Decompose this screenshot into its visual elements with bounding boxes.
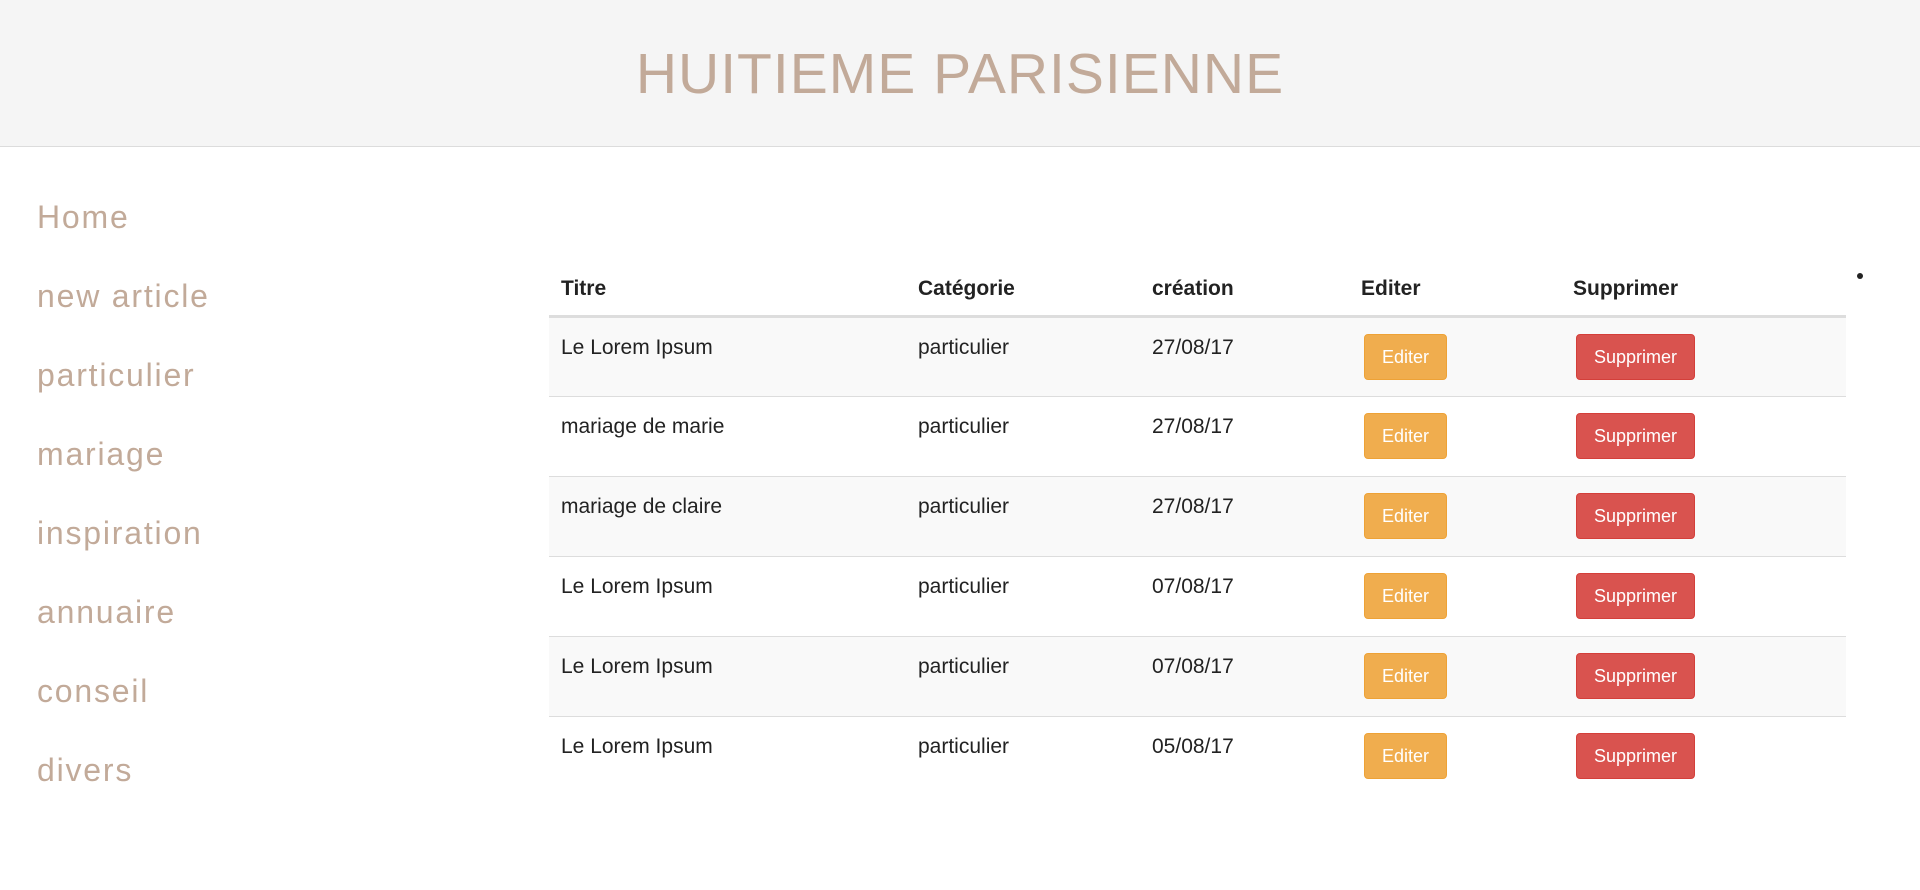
bullet-dot — [1857, 273, 1863, 279]
cell-titre: mariage de marie — [549, 396, 906, 477]
sidebar-nav: Home new article particulier mariage ins… — [37, 190, 437, 822]
cell-titre: mariage de claire — [549, 476, 906, 557]
edit-button[interactable]: Editer — [1364, 412, 1448, 459]
delete-button[interactable]: Supprimer — [1576, 572, 1696, 619]
cell-titre: Le Lorem Ipsum — [549, 716, 906, 796]
column-header-creation: création — [1140, 264, 1349, 318]
table-header-row: Titre Catégorie création Editer Supprime… — [549, 264, 1846, 318]
site-header: HUITIEME PARISIENNE — [0, 0, 1920, 147]
site-title[interactable]: HUITIEME PARISIENNE — [636, 39, 1284, 107]
cell-editer: Editer — [1349, 476, 1561, 557]
table-row: Le Lorem Ipsum particulier 07/08/17 Edit… — [549, 636, 1846, 717]
edit-button[interactable]: Editer — [1364, 333, 1448, 380]
sidebar-item-new-article[interactable]: new article — [37, 269, 437, 348]
sidebar-item-inspiration[interactable]: inspiration — [37, 506, 437, 585]
sidebar-item-divers[interactable]: divers — [37, 743, 437, 822]
table-row: Le Lorem Ipsum particulier 07/08/17 Edit… — [549, 556, 1846, 637]
cell-categorie: particulier — [906, 636, 1140, 717]
table-row: Le Lorem Ipsum particulier 05/08/17 Edit… — [549, 716, 1846, 796]
cell-categorie: particulier — [906, 396, 1140, 477]
cell-supprimer: Supprimer — [1561, 636, 1846, 717]
edit-button[interactable]: Editer — [1364, 652, 1448, 699]
cell-creation: 27/08/17 — [1140, 396, 1349, 477]
sidebar-item-home[interactable]: Home — [37, 190, 437, 269]
cell-categorie: particulier — [906, 716, 1140, 796]
cell-creation: 27/08/17 — [1140, 476, 1349, 557]
delete-button[interactable]: Supprimer — [1576, 492, 1696, 539]
cell-creation: 07/08/17 — [1140, 556, 1349, 637]
cell-editer: Editer — [1349, 556, 1561, 637]
cell-supprimer: Supprimer — [1561, 556, 1846, 637]
sidebar-item-mariage[interactable]: mariage — [37, 427, 437, 506]
cell-categorie: particulier — [906, 556, 1140, 637]
column-header-categorie: Catégorie — [906, 264, 1140, 318]
cell-supprimer: Supprimer — [1561, 476, 1846, 557]
column-header-titre: Titre — [549, 264, 906, 318]
cell-titre: Le Lorem Ipsum — [549, 316, 906, 397]
edit-button[interactable]: Editer — [1364, 572, 1448, 619]
column-header-supprimer: Supprimer — [1561, 264, 1846, 318]
articles-table-container: Titre Catégorie création Editer Supprime… — [549, 264, 1846, 796]
column-header-editer: Editer — [1349, 264, 1561, 318]
cell-supprimer: Supprimer — [1561, 716, 1846, 796]
table-row: mariage de marie particulier 27/08/17 Ed… — [549, 396, 1846, 477]
table-row: Le Lorem Ipsum particulier 27/08/17 Edit… — [549, 316, 1846, 397]
cell-categorie: particulier — [906, 476, 1140, 557]
sidebar-item-annuaire[interactable]: annuaire — [37, 585, 437, 664]
sidebar-item-particulier[interactable]: particulier — [37, 348, 437, 427]
cell-creation: 07/08/17 — [1140, 636, 1349, 717]
articles-table: Titre Catégorie création Editer Supprime… — [549, 264, 1846, 796]
edit-button[interactable]: Editer — [1364, 492, 1448, 539]
sidebar-item-conseil[interactable]: conseil — [37, 664, 437, 743]
cell-editer: Editer — [1349, 716, 1561, 796]
cell-editer: Editer — [1349, 396, 1561, 477]
cell-supprimer: Supprimer — [1561, 396, 1846, 477]
cell-creation: 05/08/17 — [1140, 716, 1349, 796]
cell-titre: Le Lorem Ipsum — [549, 556, 906, 637]
edit-button[interactable]: Editer — [1364, 732, 1448, 779]
cell-editer: Editer — [1349, 636, 1561, 717]
delete-button[interactable]: Supprimer — [1576, 412, 1696, 459]
delete-button[interactable]: Supprimer — [1576, 732, 1696, 779]
cell-supprimer: Supprimer — [1561, 316, 1846, 397]
delete-button[interactable]: Supprimer — [1576, 652, 1696, 699]
cell-titre: Le Lorem Ipsum — [549, 636, 906, 717]
cell-creation: 27/08/17 — [1140, 316, 1349, 397]
table-row: mariage de claire particulier 27/08/17 E… — [549, 476, 1846, 557]
cell-categorie: particulier — [906, 316, 1140, 397]
cell-editer: Editer — [1349, 316, 1561, 397]
delete-button[interactable]: Supprimer — [1576, 333, 1696, 380]
